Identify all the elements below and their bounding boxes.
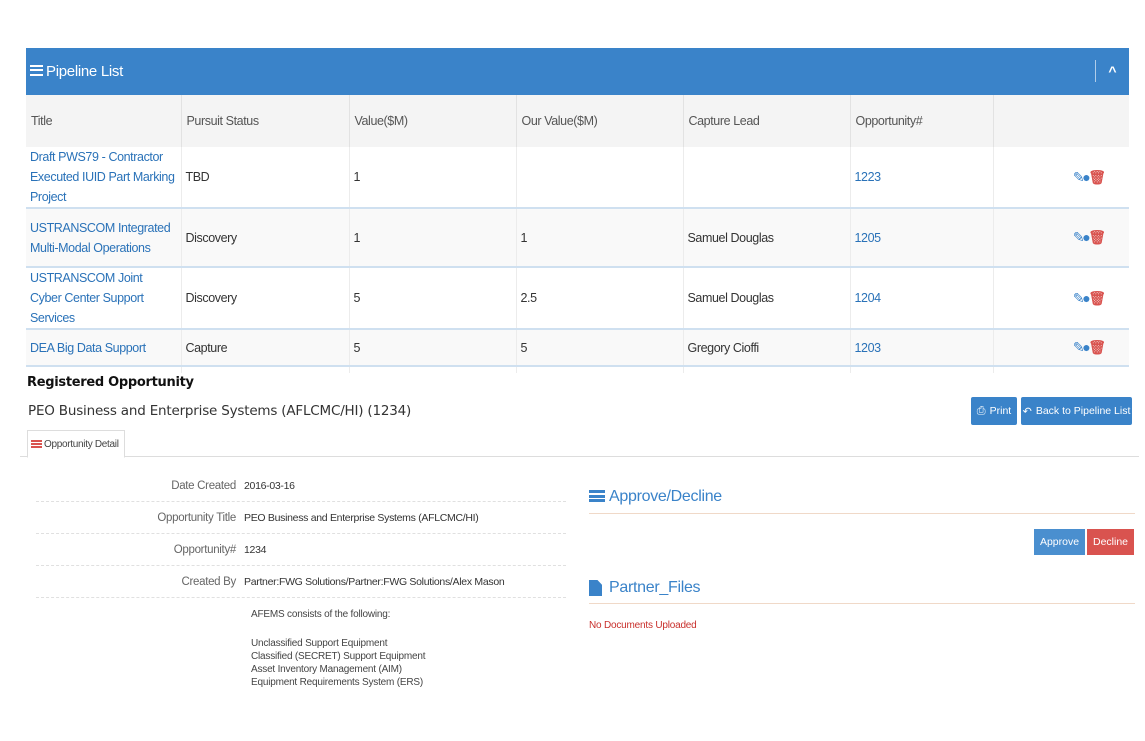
- list-icon: [589, 490, 605, 504]
- pursuit-status: TBD: [181, 147, 350, 209]
- opportunity-title-link[interactable]: DEA Big Data Support: [30, 341, 146, 355]
- column-header-actions: [993, 95, 1129, 147]
- table-row-partial: [26, 366, 1129, 373]
- opportunity-title-link[interactable]: USTRANSCOM Integrated Multi-Modal Operat…: [30, 221, 171, 255]
- description-item: Asset Inventory Management (AIM): [251, 664, 402, 675]
- description-item: Unclassified Support Equipment: [251, 638, 388, 649]
- back-to-pipeline-button[interactable]: ↶ Back to Pipeline List: [1021, 397, 1132, 425]
- column-header-opportunity[interactable]: Opportunity#: [850, 95, 994, 147]
- pursuit-status: Discovery: [181, 267, 350, 330]
- detail-row: Date Created 2016-03-16: [36, 470, 566, 502]
- partner-files-title: Partner_Files: [589, 579, 701, 597]
- approve-button[interactable]: Approve: [1034, 529, 1085, 555]
- delete-icon[interactable]: 🗑: [1088, 288, 1106, 308]
- tab-bar: Opportunity Detail: [20, 430, 1139, 458]
- field-value: 1234: [244, 543, 267, 556]
- decline-button[interactable]: Decline: [1087, 529, 1134, 555]
- table-row: DEA Big Data Support Capture 5 5 Gregory…: [26, 329, 1129, 367]
- table-header-row: Title Pursuit Status Value($M) Our Value…: [26, 95, 1129, 147]
- capture-lead: [683, 147, 851, 209]
- field-value: 2016-03-16: [244, 479, 295, 492]
- description-intro: AFEMS consists of the following:: [251, 609, 391, 620]
- pipeline-table: Title Pursuit Status Value($M) Our Value…: [26, 95, 1129, 373]
- back-button-label: Back to Pipeline List: [1035, 405, 1131, 417]
- print-button-label: Print: [989, 405, 1012, 417]
- capture-lead: Samuel Douglas: [683, 208, 851, 268]
- row-actions: ✎●🗑: [993, 329, 1129, 367]
- print-button[interactable]: ⎙ Print: [971, 397, 1017, 425]
- description-item: Classified (SECRET) Support Equipment: [251, 651, 426, 662]
- no-documents-message: No Documents Uploaded: [589, 620, 697, 631]
- column-header-value[interactable]: Value($M): [349, 95, 517, 147]
- value-cell: 1: [349, 208, 517, 268]
- column-header-capture-lead[interactable]: Capture Lead: [683, 95, 851, 147]
- detail-row: Created By Partner:FWG Solutions/Partner…: [36, 566, 566, 598]
- our-value-cell: [516, 147, 684, 209]
- divider: [589, 603, 1135, 604]
- description: AFEMS consists of the following: Unclass…: [36, 598, 566, 689]
- our-value-cell: 2.5: [516, 267, 684, 330]
- table-row: USTRANSCOM Integrated Multi-Modal Operat…: [26, 208, 1129, 268]
- detail-row: Opportunity Title PEO Business and Enter…: [36, 502, 566, 534]
- tab-opportunity-detail[interactable]: Opportunity Detail: [27, 430, 125, 458]
- field-label: Opportunity Title: [157, 511, 236, 524]
- opportunity-number-link[interactable]: 1205: [855, 231, 882, 245]
- list-icon: [31, 440, 42, 448]
- column-header-title[interactable]: Title: [26, 95, 182, 147]
- delete-icon[interactable]: 🗑: [1088, 227, 1106, 247]
- approve-title-text: Approve/Decline: [609, 488, 722, 505]
- capture-lead: Gregory Cioffi: [683, 329, 851, 367]
- pipeline-header: Pipeline List ^: [26, 48, 1129, 95]
- divider: [589, 513, 1135, 514]
- row-actions: ✎●🗑: [993, 147, 1129, 209]
- opportunity-number-link[interactable]: 1204: [855, 291, 882, 305]
- list-icon: [30, 65, 43, 78]
- our-value-cell: 5: [516, 329, 684, 367]
- delete-icon[interactable]: 🗑: [1088, 337, 1106, 357]
- field-label: Date Created: [171, 479, 236, 492]
- row-actions: ✎●🗑: [993, 267, 1129, 330]
- reply-icon: ↶: [1022, 405, 1032, 418]
- file-icon: [589, 580, 602, 596]
- tab-label: Opportunity Detail: [44, 438, 119, 450]
- chevron-up-icon[interactable]: ^: [1095, 60, 1129, 82]
- value-cell: 1: [349, 147, 517, 209]
- delete-icon[interactable]: 🗑: [1088, 167, 1106, 187]
- pipeline-panel: Pipeline List ^ Title Pursuit Status Val…: [26, 48, 1129, 373]
- column-header-our-value[interactable]: Our Value($M): [516, 95, 684, 147]
- approve-section-title: Approve/Decline: [589, 488, 722, 506]
- opportunity-title-link[interactable]: Draft PWS79 - Contractor Executed IUID P…: [30, 150, 175, 204]
- page-title: PEO Business and Enterprise Systems (AFL…: [28, 403, 412, 419]
- row-actions: ✎●🗑: [993, 208, 1129, 268]
- table-row: USTRANSCOM Joint Cyber Center Support Se…: [26, 267, 1129, 330]
- opportunity-title-link[interactable]: USTRANSCOM Joint Cyber Center Support Se…: [30, 271, 144, 325]
- column-header-status[interactable]: Pursuit Status: [181, 95, 350, 147]
- partner-files-title-text: Partner_Files: [609, 579, 701, 596]
- opportunity-number-link[interactable]: 1223: [855, 170, 882, 184]
- value-cell: 5: [349, 329, 517, 367]
- field-label: Created By: [181, 575, 236, 588]
- pipeline-title: Pipeline List: [46, 63, 123, 80]
- section-label: Registered Opportunity: [27, 375, 194, 390]
- field-value: PEO Business and Enterprise Systems (AFL…: [244, 511, 479, 524]
- description-item: Equipment Requirements System (ERS): [251, 677, 423, 688]
- opportunity-number-link[interactable]: 1203: [855, 341, 882, 355]
- field-label: Opportunity#: [173, 543, 237, 556]
- opportunity-detail: Date Created 2016-03-16 Opportunity Titl…: [36, 470, 566, 689]
- table-row: Draft PWS79 - Contractor Executed IUID P…: [26, 147, 1129, 209]
- our-value-cell: 1: [516, 208, 684, 268]
- detail-row: Opportunity# 1234: [36, 534, 566, 566]
- print-icon: ⎙: [976, 404, 986, 417]
- value-cell: 5: [349, 267, 517, 330]
- field-value: Partner:FWG Solutions/Partner:FWG Soluti…: [244, 575, 505, 588]
- pursuit-status: Discovery: [181, 208, 350, 268]
- pursuit-status: Capture: [181, 329, 350, 367]
- capture-lead: Samuel Douglas: [683, 267, 851, 330]
